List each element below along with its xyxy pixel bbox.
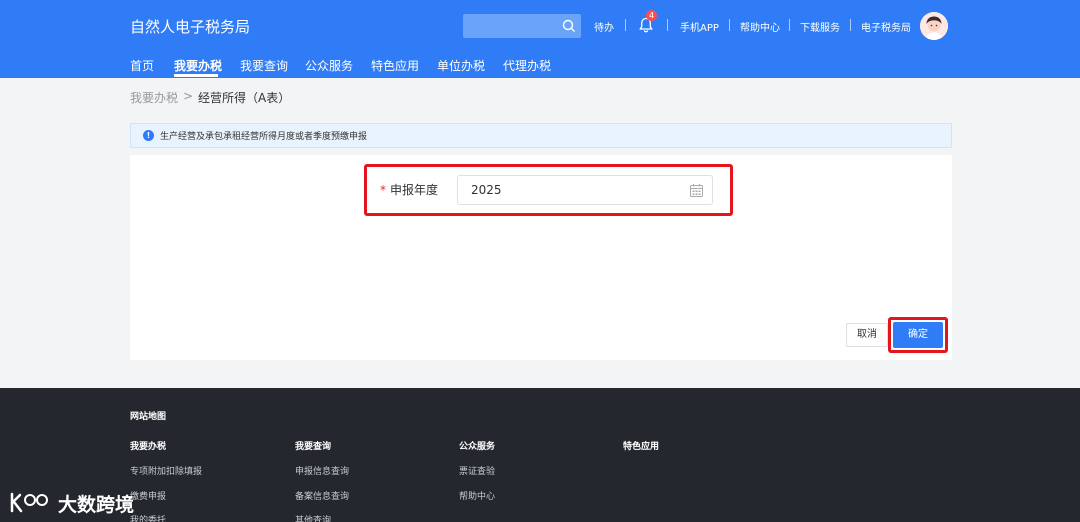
search-input[interactable]: [463, 14, 581, 38]
footer-link[interactable]: 票证查验: [459, 464, 495, 477]
download-link[interactable]: 下载服务: [800, 19, 840, 34]
top-header: 自然人电子税务局 待办 4 手机APP 帮助中心 下载服务 电子税务局 首页 我…: [0, 0, 1080, 78]
todo-link[interactable]: 待办: [594, 19, 614, 34]
avatar[interactable]: [920, 12, 948, 40]
divider: [850, 19, 851, 31]
info-text: 生产经营及承包承租经营所得月度或者季度预缴申报: [160, 132, 368, 142]
notification-badge: 4: [646, 10, 657, 21]
footer-link[interactable]: 申报信息查询: [295, 464, 349, 477]
search-icon[interactable]: [561, 18, 577, 34]
footer-col-title-query: 我要查询: [295, 442, 332, 452]
nav-item-unit-tax[interactable]: 单位办税: [437, 57, 485, 74]
footer-link[interactable]: 缴费申报: [130, 489, 166, 502]
tax-bureau-link[interactable]: 电子税务局: [861, 19, 911, 34]
divider: [729, 19, 730, 31]
breadcrumb-current: 经营所得（A表）: [198, 91, 291, 105]
user-avatar-icon: [920, 12, 948, 40]
confirm-button-highlight: [888, 317, 948, 353]
watermark-text: 大数跨境: [58, 494, 135, 516]
help-center-link[interactable]: 帮助中心: [740, 19, 780, 34]
nav-active-indicator: [174, 74, 218, 77]
divider: [789, 19, 790, 31]
footer-col-title-featured: 特色应用: [623, 442, 660, 452]
divider: [667, 19, 668, 31]
watermark-logo-icon: [10, 492, 48, 513]
footer-link[interactable]: 备案信息查询: [295, 489, 349, 502]
nav-item-home[interactable]: 首页: [130, 57, 154, 74]
footer-link[interactable]: 帮助中心: [459, 489, 495, 502]
footer-link[interactable]: 专项附加扣除填报: [130, 464, 202, 477]
app-title[interactable]: 自然人电子税务局: [130, 16, 250, 37]
breadcrumb-root[interactable]: 我要办税: [130, 89, 178, 106]
footer-link[interactable]: 其他查询: [295, 513, 331, 522]
footer-col-title-tax: 我要办税: [130, 442, 167, 452]
info-notice: ! 生产经营及承包承租经营所得月度或者季度预缴申报: [130, 123, 952, 148]
footer-sitemap-title: 网站地图: [130, 412, 167, 422]
nav-item-tax-handling[interactable]: 我要办税: [174, 57, 222, 74]
year-field-highlight: [364, 164, 733, 216]
mobile-app-link[interactable]: 手机APP: [680, 19, 719, 34]
info-icon: !: [143, 130, 154, 141]
nav-item-public-service[interactable]: 公众服务: [305, 57, 353, 74]
breadcrumb-separator: >: [183, 89, 194, 103]
footer-link[interactable]: 我的委托: [130, 513, 166, 522]
cancel-button[interactable]: 取消: [846, 323, 888, 347]
nav-item-query[interactable]: 我要查询: [240, 57, 288, 74]
nav-item-featured-apps[interactable]: 特色应用: [371, 57, 419, 74]
nav-item-agent-tax[interactable]: 代理办税: [503, 57, 551, 74]
divider: [625, 19, 626, 31]
footer-col-title-public: 公众服务: [459, 442, 496, 452]
